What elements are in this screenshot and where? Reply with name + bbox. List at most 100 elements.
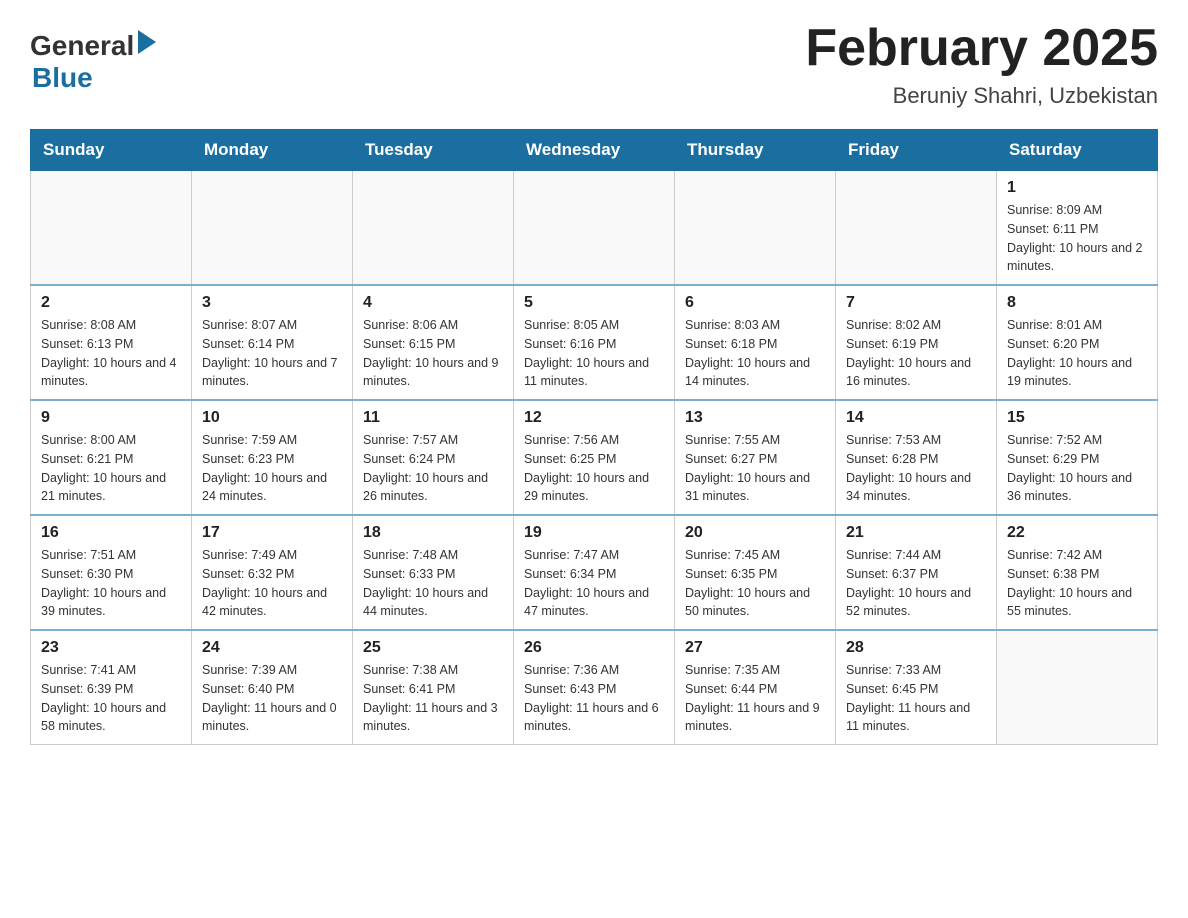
day-info: Sunset: 6:11 PM xyxy=(1007,220,1147,239)
calendar-week-row: 23Sunrise: 7:41 AMSunset: 6:39 PMDayligh… xyxy=(31,630,1158,745)
day-number: 26 xyxy=(524,639,664,657)
day-info: Sunrise: 7:56 AM xyxy=(524,431,664,450)
day-info: Daylight: 10 hours and 11 minutes. xyxy=(524,354,664,392)
day-info: Sunrise: 7:44 AM xyxy=(846,546,986,565)
day-info: Sunrise: 7:39 AM xyxy=(202,661,342,680)
calendar-week-row: 16Sunrise: 7:51 AMSunset: 6:30 PMDayligh… xyxy=(31,515,1158,630)
day-number: 23 xyxy=(41,639,181,657)
day-number: 5 xyxy=(524,294,664,312)
day-number: 11 xyxy=(363,409,503,427)
calendar-cell: 25Sunrise: 7:38 AMSunset: 6:41 PMDayligh… xyxy=(353,630,514,745)
day-info: Daylight: 10 hours and 42 minutes. xyxy=(202,584,342,622)
day-info: Daylight: 10 hours and 7 minutes. xyxy=(202,354,342,392)
day-info: Sunset: 6:28 PM xyxy=(846,450,986,469)
calendar-table: SundayMondayTuesdayWednesdayThursdayFrid… xyxy=(30,129,1158,745)
day-info: Daylight: 11 hours and 0 minutes. xyxy=(202,699,342,737)
day-number: 18 xyxy=(363,524,503,542)
day-info: Sunrise: 7:55 AM xyxy=(685,431,825,450)
calendar-cell: 11Sunrise: 7:57 AMSunset: 6:24 PMDayligh… xyxy=(353,400,514,515)
day-info: Daylight: 10 hours and 2 minutes. xyxy=(1007,239,1147,277)
day-info: Sunset: 6:39 PM xyxy=(41,680,181,699)
calendar-cell xyxy=(353,171,514,286)
calendar-cell: 21 Sunrise: 7:44 AMSunset: 6:37 PMDayligh… xyxy=(836,515,997,630)
day-info: Daylight: 10 hours and 31 minutes. xyxy=(685,469,825,507)
day-info: Daylight: 10 hours and 21 minutes. xyxy=(41,469,181,507)
page-header: General Blue February 2025 Beruniy Shahr… xyxy=(30,20,1158,109)
day-number: 9 xyxy=(41,409,181,427)
day-number: 28 xyxy=(846,639,986,657)
calendar-title: February 2025 xyxy=(805,20,1158,77)
day-number: 6 xyxy=(685,294,825,312)
day-info: Sunset: 6:16 PM xyxy=(524,335,664,354)
calendar-cell: 3Sunrise: 8:07 AMSunset: 6:14 PMDaylight… xyxy=(192,285,353,400)
day-info: Sunset: 6:24 PM xyxy=(363,450,503,469)
calendar-cell: 10Sunrise: 7:59 AMSunset: 6:23 PMDayligh… xyxy=(192,400,353,515)
logo-general-text: General xyxy=(30,30,134,62)
day-number: 16 xyxy=(41,524,181,542)
day-info: Sunrise: 8:08 AM xyxy=(41,316,181,335)
calendar-header-row: SundayMondayTuesdayWednesdayThursdayFrid… xyxy=(31,130,1158,171)
day-info: Sunrise: 7:35 AM xyxy=(685,661,825,680)
day-info: Daylight: 10 hours and 26 minutes. xyxy=(363,469,503,507)
calendar-cell: 14Sunrise: 7:53 AMSunset: 6:28 PMDayligh… xyxy=(836,400,997,515)
calendar-cell: 15Sunrise: 7:52 AMSunset: 6:29 PMDayligh… xyxy=(997,400,1158,515)
day-number: 14 xyxy=(846,409,986,427)
day-number: 21 xyxy=(846,524,986,542)
day-info: Sunset: 6:23 PM xyxy=(202,450,342,469)
day-info: Sunrise: 8:05 AM xyxy=(524,316,664,335)
calendar-cell: 1Sunrise: 8:09 AMSunset: 6:11 PMDaylight… xyxy=(997,171,1158,286)
calendar-week-row: 2Sunrise: 8:08 AMSunset: 6:13 PMDaylight… xyxy=(31,285,1158,400)
weekday-header-monday: Monday xyxy=(192,130,353,171)
calendar-cell: 4Sunrise: 8:06 AMSunset: 6:15 PMDaylight… xyxy=(353,285,514,400)
calendar-week-row: 9Sunrise: 8:00 AMSunset: 6:21 PMDaylight… xyxy=(31,400,1158,515)
day-info: Daylight: 11 hours and 6 minutes. xyxy=(524,699,664,737)
day-info: Sunrise: 7:59 AM xyxy=(202,431,342,450)
day-number: 13 xyxy=(685,409,825,427)
day-info: Sunset: 6:45 PM xyxy=(846,680,986,699)
day-info: Sunset: 6:41 PM xyxy=(363,680,503,699)
calendar-cell xyxy=(675,171,836,286)
calendar-cell: 7Sunrise: 8:02 AMSunset: 6:19 PMDaylight… xyxy=(836,285,997,400)
day-info: Daylight: 10 hours and 29 minutes. xyxy=(524,469,664,507)
day-number: 3 xyxy=(202,294,342,312)
day-info: Daylight: 10 hours and 14 minutes. xyxy=(685,354,825,392)
day-info: Sunset: 6:35 PM xyxy=(685,565,825,584)
day-info: Sunset: 6:44 PM xyxy=(685,680,825,699)
calendar-cell: 24Sunrise: 7:39 AMSunset: 6:40 PMDayligh… xyxy=(192,630,353,745)
day-info: Daylight: 10 hours and 34 minutes. xyxy=(846,469,986,507)
day-info: Sunset: 6:32 PM xyxy=(202,565,342,584)
day-info: Daylight: 10 hours and 36 minutes. xyxy=(1007,469,1147,507)
calendar-cell: 26Sunrise: 7:36 AMSunset: 6:43 PMDayligh… xyxy=(514,630,675,745)
calendar-cell: 22Sunrise: 7:42 AMSunset: 6:38 PMDayligh… xyxy=(997,515,1158,630)
calendar-cell xyxy=(192,171,353,286)
calendar-cell: 12Sunrise: 7:56 AMSunset: 6:25 PMDayligh… xyxy=(514,400,675,515)
day-info: Sunrise: 8:00 AM xyxy=(41,431,181,450)
calendar-cell: 23Sunrise: 7:41 AMSunset: 6:39 PMDayligh… xyxy=(31,630,192,745)
day-info: Daylight: 11 hours and 11 minutes. xyxy=(846,699,986,737)
calendar-cell xyxy=(514,171,675,286)
logo: General Blue xyxy=(30,30,156,94)
day-info: Daylight: 10 hours and 16 minutes. xyxy=(846,354,986,392)
calendar-cell: 17 Sunrise: 7:49 AMSunset: 6:32 PMDayligh… xyxy=(192,515,353,630)
day-info: Daylight: 10 hours and 52 minutes. xyxy=(846,584,986,622)
day-info: Sunrise: 7:49 AM xyxy=(202,546,342,565)
calendar-cell: 13Sunrise: 7:55 AMSunset: 6:27 PMDayligh… xyxy=(675,400,836,515)
calendar-subtitle: Beruniy Shahri, Uzbekistan xyxy=(805,83,1158,109)
calendar-cell: 16Sunrise: 7:51 AMSunset: 6:30 PMDayligh… xyxy=(31,515,192,630)
calendar-cell: 28Sunrise: 7:33 AMSunset: 6:45 PMDayligh… xyxy=(836,630,997,745)
day-number: 4 xyxy=(363,294,503,312)
weekday-header-friday: Friday xyxy=(836,130,997,171)
calendar-week-row: 1Sunrise: 8:09 AMSunset: 6:11 PMDaylight… xyxy=(31,171,1158,286)
day-info: Daylight: 10 hours and 44 minutes. xyxy=(363,584,503,622)
day-info: Sunrise: 7:51 AM xyxy=(41,546,181,565)
weekday-header-tuesday: Tuesday xyxy=(353,130,514,171)
logo-blue-text: Blue xyxy=(32,62,156,94)
day-number: 17 xyxy=(202,524,342,542)
calendar-cell xyxy=(836,171,997,286)
day-info: Sunrise: 7:47 AM xyxy=(524,546,664,565)
day-info: Sunset: 6:15 PM xyxy=(363,335,503,354)
day-info: Sunset: 6:18 PM xyxy=(685,335,825,354)
day-number: 1 xyxy=(1007,179,1147,197)
day-info: Sunset: 6:37 PM xyxy=(846,565,986,584)
day-info: Daylight: 11 hours and 9 minutes. xyxy=(685,699,825,737)
